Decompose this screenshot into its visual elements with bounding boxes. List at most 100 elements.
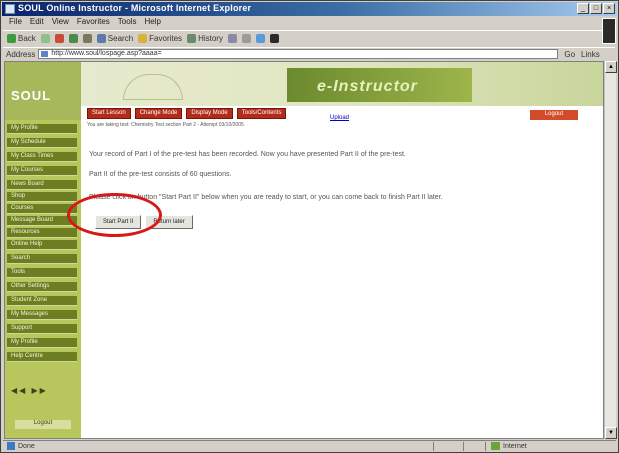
toolbar: Back Search Favorites History: [3, 30, 603, 46]
logo-text: SOUL: [11, 88, 52, 103]
content-line-1: Your record of Part I of the pre-test ha…: [89, 151, 406, 158]
refresh-button[interactable]: [68, 34, 78, 43]
sidebar-item[interactable]: My Courses: [7, 166, 77, 176]
address-label: Address: [6, 49, 36, 59]
back-button[interactable]: Back: [7, 34, 36, 43]
sidebar-item[interactable]: Support: [7, 324, 77, 334]
favorites-label: Favorites: [149, 34, 183, 43]
history-icon: [187, 34, 197, 43]
nav-start-lesson[interactable]: Start Lesson: [87, 108, 131, 119]
sidebar-item[interactable]: My Class Times: [7, 152, 77, 162]
sidebar-item[interactable]: Tools: [7, 268, 77, 278]
stop-icon: [54, 34, 64, 43]
search-button[interactable]: Search: [96, 34, 134, 43]
favorites-button[interactable]: Favorites: [138, 34, 182, 43]
page-viewport: e-Instructor SOUL My Profile My Schedule…: [4, 61, 604, 439]
back-arrow-icon: [7, 34, 16, 43]
sidebar-item[interactable]: Other Settings: [7, 282, 77, 292]
print-button[interactable]: [241, 34, 251, 43]
content-line-2: Part II of the pre-test consists of 60 q…: [89, 171, 232, 178]
sidebar-item[interactable]: My Schedule: [7, 138, 77, 148]
sidebar-item[interactable]: Shop: [7, 192, 77, 202]
scroll-up-arrow-icon[interactable]: ▲: [605, 61, 617, 73]
sidebar-arrows[interactable]: ◀◀ ▶▶: [11, 386, 48, 395]
status-divider: [485, 442, 486, 451]
address-url: http://www.soul/lospage.asp?aaaa=: [51, 50, 162, 57]
site-logo[interactable]: SOUL: [5, 62, 81, 120]
sidebar-item[interactable]: Courses: [7, 204, 77, 214]
address-input[interactable]: http://www.soul/lospage.asp?aaaa=: [38, 49, 559, 59]
page-done-icon: [7, 442, 15, 450]
banner-title: e-Instructor: [317, 78, 418, 95]
logout-button[interactable]: Logout: [530, 110, 578, 120]
close-button[interactable]: ×: [603, 3, 615, 14]
mail-button[interactable]: [227, 34, 237, 43]
links-button[interactable]: Links: [581, 50, 600, 59]
start-part-button[interactable]: Start Part II: [95, 215, 142, 229]
sidebar-item[interactable]: My Messages: [7, 310, 77, 320]
status-divider: [463, 442, 464, 451]
zone-text: Internet: [503, 442, 527, 450]
internet-zone-icon: [491, 442, 500, 450]
menu-view[interactable]: View: [52, 17, 69, 29]
status-text: Done: [18, 442, 35, 450]
sidebar-item[interactable]: News Board: [7, 180, 77, 190]
menu-favorites[interactable]: Favorites: [77, 17, 110, 29]
back-label: Back: [18, 34, 36, 43]
edit-icon: [255, 34, 265, 43]
top-nav: Start Lesson Change Mode Display Mode To…: [87, 108, 287, 119]
home-button[interactable]: [82, 34, 92, 43]
menu-edit[interactable]: Edit: [30, 17, 44, 29]
sidebar-item[interactable]: Message Board: [7, 216, 77, 226]
browser-window: SOUL Online Instructor - Microsoft Inter…: [0, 0, 619, 453]
minimize-button[interactable]: _: [577, 3, 589, 14]
vertical-scrollbar[interactable]: ▲ ▼: [604, 61, 617, 439]
print-icon: [241, 34, 251, 43]
forward-arrow-icon: [40, 34, 50, 43]
banner-decoration: [123, 74, 183, 100]
nav-change-mode[interactable]: Change Mode: [134, 108, 183, 119]
return-later-button[interactable]: Return later: [145, 215, 193, 229]
windows-logo-icon: [602, 18, 616, 44]
discuss-button[interactable]: [269, 34, 279, 43]
status-divider: [433, 442, 434, 451]
sidebar-item[interactable]: Student Zone: [7, 296, 77, 306]
menu-bar: File Edit View Favorites Tools Help: [3, 17, 603, 29]
history-label: History: [198, 34, 223, 43]
test-status-line: You are taking test: Chemistry Test sect…: [87, 122, 244, 128]
forward-button[interactable]: [40, 34, 50, 43]
nav-tools-contents[interactable]: Tools/Contents: [236, 108, 287, 119]
title-bar: SOUL Online Instructor - Microsoft Inter…: [2, 2, 617, 16]
action-buttons: Start Part II Return later: [95, 215, 193, 229]
scroll-down-arrow-icon[interactable]: ▼: [605, 427, 617, 439]
menu-help[interactable]: Help: [144, 17, 160, 29]
menu-tools[interactable]: Tools: [118, 17, 137, 29]
status-zone: Internet: [491, 442, 527, 450]
sidebar-logout-button[interactable]: Logout: [15, 420, 71, 429]
home-icon: [82, 34, 92, 43]
sidebar-item[interactable]: Search: [7, 254, 77, 264]
window-title: SOUL Online Instructor - Microsoft Inter…: [18, 3, 252, 13]
nav-display-mode[interactable]: Display Mode: [186, 108, 233, 119]
sidebar-item[interactable]: Help Centre: [7, 352, 77, 362]
stop-button[interactable]: [54, 34, 64, 43]
sidebar-item[interactable]: Resources: [7, 228, 77, 238]
refresh-icon: [68, 34, 78, 43]
nav-upload-link[interactable]: Upload: [330, 115, 349, 121]
sidebar-item[interactable]: My Profile: [7, 124, 77, 134]
history-button[interactable]: History: [187, 34, 223, 43]
maximize-button[interactable]: □: [590, 3, 602, 14]
go-button[interactable]: Go: [564, 50, 575, 59]
menu-file[interactable]: File: [9, 17, 22, 29]
sidebar-item[interactable]: Online Help: [7, 240, 77, 250]
favorites-star-icon: [138, 34, 148, 43]
address-bar: Address http://www.soul/lospage.asp?aaaa…: [3, 47, 615, 60]
status-bar: Done Internet: [3, 440, 616, 452]
search-icon: [96, 34, 106, 43]
edit-button[interactable]: [255, 34, 265, 43]
sidebar-nav: My Profile My Schedule My Class Times My…: [5, 120, 81, 438]
window-controls: _ □ ×: [577, 3, 615, 14]
sidebar-item[interactable]: My Profile: [7, 338, 77, 348]
search-label: Search: [107, 34, 134, 43]
ie-icon: [5, 4, 15, 14]
